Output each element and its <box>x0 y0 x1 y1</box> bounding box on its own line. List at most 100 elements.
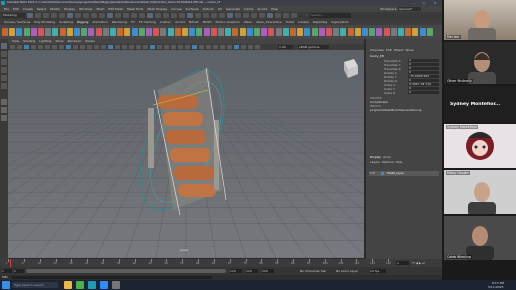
maximize-button[interactable]: □ <box>420 1 428 5</box>
shelf-tool-icon[interactable] <box>254 28 260 36</box>
browser-icon[interactable] <box>76 281 84 289</box>
status-line-tool-icon[interactable] <box>131 13 137 18</box>
panel-tool-icon[interactable] <box>122 45 127 49</box>
range-end-field[interactable]: 120 <box>246 269 258 273</box>
layer-row[interactable]: V P MAIN_layer <box>369 171 439 176</box>
panel-tool-icon[interactable] <box>199 45 204 49</box>
shelf-tool-icon[interactable] <box>124 28 131 36</box>
status-line-tool-icon[interactable] <box>275 13 281 18</box>
panel-tool-icon[interactable] <box>143 45 148 49</box>
range-start-field[interactable]: 1 <box>2 269 12 273</box>
status-line-tool-icon[interactable] <box>235 13 241 18</box>
windows-start-icon[interactable] <box>2 281 10 289</box>
current-frame-marker[interactable] <box>10 259 11 267</box>
shelf-tool-icon[interactable] <box>138 28 145 36</box>
panel-tool-icon[interactable] <box>31 45 36 49</box>
panel-tool-icon[interactable] <box>192 45 197 49</box>
shelf-tool-icon[interactable] <box>225 28 232 36</box>
status-line-tool-icon[interactable] <box>91 13 97 18</box>
status-line-tool-icon[interactable] <box>171 13 177 18</box>
panel-tool-icon[interactable] <box>248 45 253 49</box>
range-inner-end-field[interactable]: 120 <box>230 269 242 273</box>
status-line-tool-icon[interactable] <box>107 13 113 18</box>
current-frame-field[interactable]: 1 <box>396 261 409 265</box>
panel-tool-icon[interactable] <box>24 45 29 49</box>
lasso-tool-icon[interactable] <box>1 51 7 57</box>
layer-color-swatch[interactable] <box>381 172 384 175</box>
participant-tile[interactable]: Sydney Montefiore <box>444 124 516 168</box>
shelf-tool-icon[interactable] <box>210 28 217 36</box>
workspace-dropdown[interactable]: General* <box>398 7 421 11</box>
panel-tool-icon[interactable] <box>10 45 15 49</box>
panel-tool-icon[interactable] <box>213 45 218 49</box>
gamma-field[interactable]: 1.00 <box>278 45 293 49</box>
shelf-tool-icon[interactable] <box>182 28 188 36</box>
panel-tool-icon[interactable] <box>17 45 22 49</box>
channel-row[interactable]: Scale Z 0 <box>370 91 440 95</box>
status-line-tool-icon[interactable] <box>99 13 105 18</box>
status-line-tool-icon[interactable] <box>67 13 73 18</box>
shelf-tool-icon[interactable] <box>354 28 361 36</box>
shelf-tool-icon[interactable] <box>304 28 311 36</box>
panel-tool-icon[interactable] <box>87 45 92 49</box>
shelf-tool-icon[interactable] <box>52 28 59 36</box>
shelf-tool-icon[interactable] <box>59 28 66 36</box>
command-input[interactable] <box>12 276 212 279</box>
shelf-tool-icon[interactable] <box>275 28 282 36</box>
shelf-tool-icon[interactable] <box>88 28 95 36</box>
move-tool-icon[interactable] <box>1 67 7 73</box>
status-line-tool-icon[interactable] <box>219 13 225 18</box>
scale-tool-icon[interactable] <box>1 83 7 89</box>
shelf-tool-icon[interactable] <box>38 28 44 36</box>
panel-tool-icon[interactable] <box>108 45 113 49</box>
shelf-tool-icon[interactable] <box>419 28 426 36</box>
shelf-tool-icon[interactable] <box>318 28 325 36</box>
panel-tool-icon[interactable] <box>234 45 239 49</box>
status-line-tool-icon[interactable] <box>139 13 145 18</box>
panel-tool-icon[interactable] <box>80 45 85 49</box>
close-button[interactable]: ✕ <box>431 1 439 5</box>
channel-value[interactable]: -75.0008 502 <box>408 75 439 78</box>
participant-tile[interactable]: Sydney Montefior... <box>444 86 516 122</box>
playback-controls[interactable]: ⏮ ◀ ▶ ⏭ <box>412 260 440 266</box>
shelf-tool-icon[interactable] <box>405 28 412 36</box>
zoom-app-icon[interactable] <box>100 281 108 289</box>
shelf-tool-icon[interactable] <box>160 28 167 36</box>
shelf-tool-icon[interactable] <box>81 28 88 36</box>
status-line-tool-icon[interactable] <box>83 13 89 18</box>
shelf-tool-icon[interactable] <box>376 28 383 36</box>
status-line-tool-icon[interactable] <box>51 13 57 18</box>
status-line-tool-icon[interactable] <box>35 13 41 18</box>
layout-four-icon[interactable] <box>1 107 7 113</box>
layer-editor-tab[interactable]: Anim <box>383 155 391 159</box>
panel-tool-icon[interactable] <box>206 45 211 49</box>
select-tool-icon[interactable] <box>1 43 7 49</box>
shelf-tool-icon[interactable] <box>333 28 340 36</box>
shelf-tool-icon[interactable] <box>189 28 196 36</box>
status-line-tool-icon[interactable] <box>179 13 185 18</box>
panel-tool-icon[interactable] <box>38 45 43 49</box>
shelf-tool-icon[interactable] <box>311 28 318 36</box>
status-line-tool-icon[interactable] <box>75 13 81 18</box>
status-line-tool-icon[interactable] <box>187 13 193 18</box>
shelf-tool-icon[interactable] <box>174 28 181 36</box>
shelf-tool-icon[interactable] <box>261 28 268 36</box>
fps-dropdown[interactable]: 24 fps <box>370 269 386 273</box>
shelf-tool-icon[interactable] <box>369 28 376 36</box>
panel-tool-icon[interactable] <box>52 45 57 49</box>
colorspace-dropdown[interactable]: sRGB gamma <box>298 45 329 49</box>
status-line-tool-icon[interactable] <box>163 13 169 18</box>
status-line-tool-icon[interactable] <box>147 13 153 18</box>
layout-two-icon[interactable] <box>1 115 7 121</box>
shelf-tool-icon[interactable] <box>203 28 210 36</box>
status-line-tool-icon[interactable] <box>291 13 297 18</box>
layer-name[interactable]: MAIN_layer <box>387 171 404 176</box>
panel-tool-icon[interactable] <box>73 45 78 49</box>
mode-dropdown[interactable]: Modeling <box>2 13 25 18</box>
shelf-tool-icon[interactable] <box>74 28 80 36</box>
shelf-tool-icon[interactable] <box>66 28 73 36</box>
shelf-tool-icon[interactable] <box>23 28 30 36</box>
shelf-tool-icon[interactable] <box>390 28 397 36</box>
panel-tool-icon[interactable] <box>136 45 141 49</box>
panel-tool-icon[interactable] <box>241 45 246 49</box>
